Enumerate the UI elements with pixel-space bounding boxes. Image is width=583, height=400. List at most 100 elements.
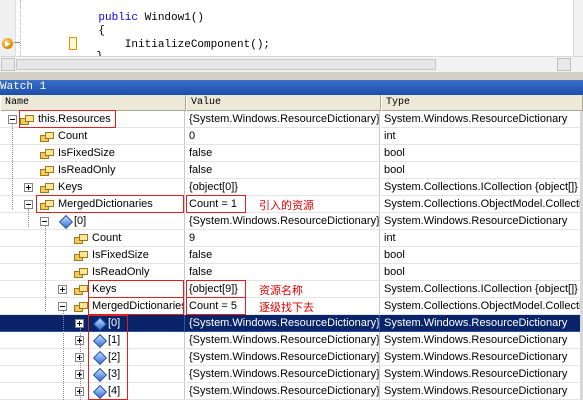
tree-connector bbox=[63, 311, 64, 400]
watch-cell-name[interactable]: [0] bbox=[0, 315, 185, 332]
column-header-type[interactable]: Type bbox=[381, 95, 583, 111]
watch-row[interactable]: [2] {System.Windows.ResourceDictionary} Sy… bbox=[0, 349, 583, 366]
watch-item-name: MergedDictionaries bbox=[58, 198, 153, 210]
watch-cell-type: bool bbox=[381, 247, 583, 264]
watch-cell-value[interactable]: {System.Windows.ResourceDictionary} bbox=[186, 332, 380, 349]
watch-cell-type: System.Windows.ResourceDictionary bbox=[381, 332, 583, 349]
watch-cell-value[interactable]: false bbox=[186, 264, 380, 281]
watch-cell-value[interactable]: {System.Windows.ResourceDictionary} bbox=[186, 366, 380, 383]
property-icon bbox=[74, 233, 89, 245]
watch-cell-type: bool bbox=[381, 264, 583, 281]
watch-cell-name[interactable]: Keys bbox=[0, 281, 185, 298]
panel-splitter[interactable] bbox=[0, 72, 583, 80]
watch-cell-value[interactable]: false bbox=[186, 247, 380, 264]
expand-icon[interactable] bbox=[24, 183, 33, 192]
watch-row[interactable]: IsFixedSize false bool bbox=[0, 247, 583, 264]
tree-connector bbox=[28, 209, 29, 227]
watch-item-name: IsFixedSize bbox=[58, 147, 115, 159]
object-icon bbox=[94, 352, 104, 364]
watch-row[interactable]: Keys {object[0]} System.Collections.IColle… bbox=[0, 179, 583, 196]
gutter-connector bbox=[14, 42, 20, 43]
watch-cell-type: System.Windows.ResourceDictionary bbox=[381, 383, 583, 400]
watch-row[interactable]: [0] {System.Windows.ResourceDictionary} Sy… bbox=[0, 315, 583, 332]
current-statement-arrow-icon bbox=[2, 38, 13, 49]
watch-cell-value[interactable]: {System.Windows.ResourceDictionary} bbox=[186, 315, 380, 332]
watch-cell-name[interactable]: Keys bbox=[0, 179, 185, 196]
watch-row[interactable]: IsFixedSize false bool bbox=[0, 145, 583, 162]
watch-cell-name[interactable]: MergedDictionaries bbox=[0, 298, 185, 315]
watch-item-name: Count bbox=[58, 130, 88, 142]
watch-cell-value[interactable]: {object[0]} bbox=[186, 179, 380, 196]
watch-row[interactable]: this.Resources {System.Windows.ResourceDi… bbox=[0, 111, 583, 128]
watch-cell-type: System.Collections.ICollection {object[]… bbox=[381, 281, 583, 298]
watch-item-name: Keys bbox=[92, 283, 117, 295]
annotation-imported-resources: 引入的资源 bbox=[259, 199, 314, 212]
watch-cell-value[interactable]: 9 bbox=[186, 230, 380, 247]
watch-cell-value[interactable]: {System.Windows.ResourceDictionary} bbox=[186, 383, 380, 400]
outline-margin bbox=[20, 0, 21, 56]
watch-cell-value[interactable]: false bbox=[186, 162, 380, 179]
watch-item-name: [0] bbox=[74, 215, 87, 227]
expand-icon[interactable] bbox=[75, 319, 84, 328]
watch-cell-name[interactable]: this.Resources bbox=[0, 111, 185, 128]
tree-connector bbox=[45, 226, 46, 311]
collapse-icon[interactable] bbox=[24, 200, 33, 209]
object-icon bbox=[94, 318, 104, 330]
column-header-name[interactable]: Name bbox=[0, 95, 186, 111]
watch-cell-name[interactable]: [2] bbox=[0, 349, 185, 366]
watch-item-name: [0] bbox=[108, 317, 121, 329]
watch-cell-value[interactable]: {System.Windows.ResourceDictionary} bbox=[186, 213, 380, 230]
scroll-left-button[interactable] bbox=[1, 58, 15, 71]
column-header-value[interactable]: Value bbox=[186, 95, 381, 111]
watch-row[interactable]: IsReadOnly false bool bbox=[0, 264, 583, 281]
watch-cell-name[interactable]: Count bbox=[0, 230, 185, 247]
property-icon bbox=[40, 165, 55, 177]
property-icon bbox=[40, 131, 55, 143]
column-headers: Name Value Type bbox=[0, 95, 583, 111]
watch-cell-value[interactable]: {System.Windows.ResourceDictionary} bbox=[186, 349, 380, 366]
watch-cell-name[interactable]: IsReadOnly bbox=[0, 162, 185, 179]
editor-vertical-scrollbar[interactable] bbox=[573, 0, 583, 56]
watch-cell-name[interactable]: IsReadOnly bbox=[0, 264, 185, 281]
watch-cell-type: bool bbox=[381, 162, 583, 179]
watch-cell-type: int bbox=[381, 230, 583, 247]
watch-item-name: [2] bbox=[108, 351, 121, 363]
watch-item-name: Keys bbox=[58, 181, 83, 193]
editor-horizontal-scrollbar[interactable] bbox=[0, 56, 583, 72]
watch-cell-name[interactable]: [3] bbox=[0, 366, 185, 383]
code-editor[interactable]: public Window1() { InitializeComponent()… bbox=[0, 0, 583, 72]
code-text: Window1() bbox=[138, 12, 205, 24]
watch-cell-name[interactable]: Count bbox=[0, 128, 185, 145]
watch-cell-value[interactable]: 0 bbox=[186, 128, 380, 145]
code-text: InitializeComponent(); bbox=[98, 39, 271, 51]
watch-cell-type: int bbox=[381, 128, 583, 145]
scroll-thumb[interactable] bbox=[16, 59, 436, 70]
watch-cell-type: System.Windows.ResourceDictionary bbox=[381, 315, 583, 332]
watch-cell-type: System.Collections.ICollection {object[]… bbox=[381, 179, 583, 196]
watch-item-name: this.Resources bbox=[38, 113, 111, 125]
scroll-right-button[interactable] bbox=[557, 58, 571, 71]
watch-row[interactable]: Count 0 int bbox=[0, 128, 583, 145]
watch-row[interactable]: [4] {System.Windows.ResourceDictionary} Sy… bbox=[0, 383, 583, 400]
watch-row[interactable]: [0] {System.Windows.ResourceDictionary} Sy… bbox=[0, 213, 583, 230]
watch-item-name: IsReadOnly bbox=[58, 164, 116, 176]
collapse-icon[interactable] bbox=[58, 302, 67, 311]
watch-row[interactable]: [3] {System.Windows.ResourceDictionary} Sy… bbox=[0, 366, 583, 383]
watch-row[interactable]: IsReadOnly false bool bbox=[0, 162, 583, 179]
watch-cell-name[interactable]: IsFixedSize bbox=[0, 247, 185, 264]
watch-cell-value[interactable]: {System.Windows.ResourceDictionary} bbox=[186, 111, 380, 128]
collapse-icon[interactable] bbox=[40, 217, 49, 226]
object-icon bbox=[94, 335, 104, 347]
property-icon bbox=[40, 148, 55, 160]
property-icon bbox=[74, 301, 89, 313]
watch-cell-name[interactable]: IsFixedSize bbox=[0, 145, 185, 162]
watch-cell-type: System.Windows.ResourceDictionary bbox=[381, 366, 583, 383]
watch-row[interactable]: Count 9 int bbox=[0, 230, 583, 247]
collapse-icon[interactable] bbox=[8, 115, 17, 124]
watch-cell-type: System.Collections.ObjectModel.Collectio… bbox=[381, 298, 583, 315]
watch-cell-value[interactable]: false bbox=[186, 145, 380, 162]
watch-cell-name[interactable]: [1] bbox=[0, 332, 185, 349]
watch-cell-name[interactable]: [4] bbox=[0, 383, 185, 400]
watch-row[interactable]: [1] {System.Windows.ResourceDictionary} Sy… bbox=[0, 332, 583, 349]
expand-icon[interactable] bbox=[58, 285, 67, 294]
